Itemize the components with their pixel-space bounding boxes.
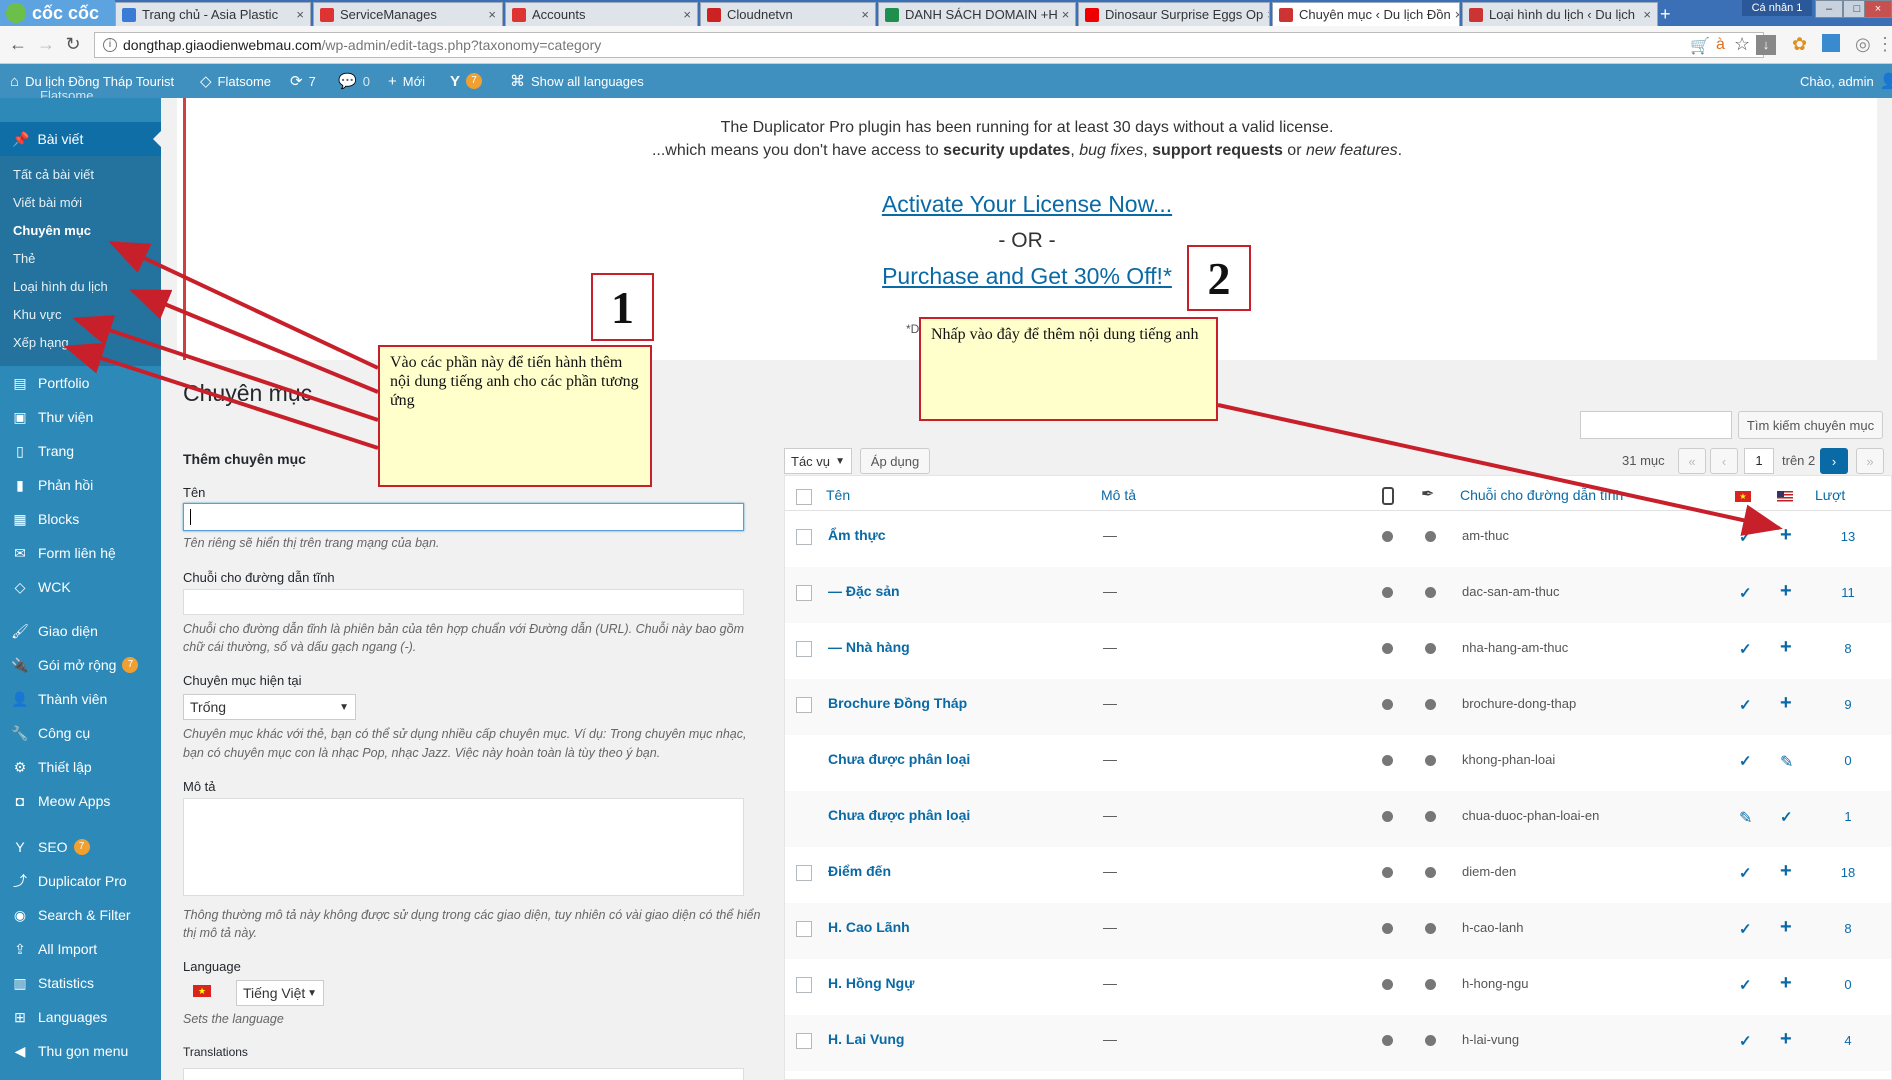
annotation-number-1: 1: [591, 273, 654, 341]
annotation-note-1: Vào các phần này để tiến hành thêm nội d…: [378, 345, 652, 487]
arrow-khu-vuc: [72, 315, 379, 422]
annotation-arrows: [63, 241, 1783, 536]
arrow-xep-hang: [63, 342, 379, 450]
arrow-add-english: [1217, 403, 1783, 536]
arrow-loai-hinh: [129, 289, 379, 394]
annotation-note-2: Nhấp vào đây để thêm nội dung tiếng anh: [919, 317, 1218, 421]
arrow-chuyen-muc: [108, 241, 379, 370]
annotation-number-2: 2: [1187, 245, 1251, 311]
